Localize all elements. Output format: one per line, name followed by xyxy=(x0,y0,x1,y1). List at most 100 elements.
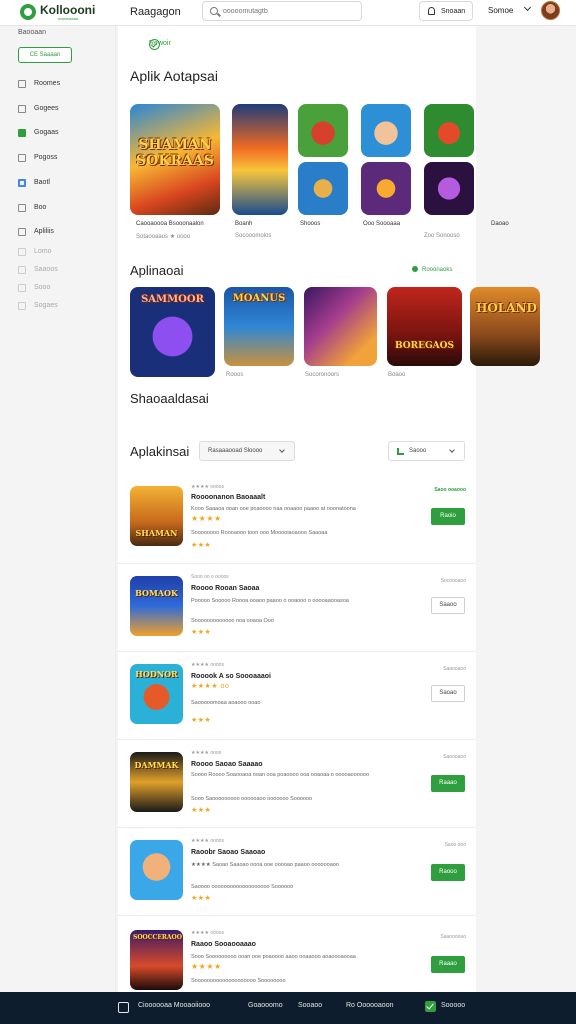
install-button[interactable]: Raaao xyxy=(431,956,465,973)
menu-icon xyxy=(18,302,26,310)
featured-caption: Boanh xyxy=(235,221,253,227)
app-tile[interactable]: HOLAND xyxy=(470,287,540,366)
section-title-apps: Aplinaoai xyxy=(130,263,184,278)
app-tile[interactable] xyxy=(424,162,474,215)
app-description: Soooo Roooo Soaooaoa ooan ooa poaoooo oo… xyxy=(191,772,370,778)
app-title[interactable]: Roooo Rooan Saoaa xyxy=(191,585,259,592)
install-button[interactable]: Raooo xyxy=(431,864,465,881)
green-app-icon xyxy=(18,129,26,137)
search-icon xyxy=(210,7,218,15)
bottom-item[interactable]: Sooaoo xyxy=(298,1002,322,1009)
rating-meta: ★★★★ oooos xyxy=(191,484,224,490)
tile-caption: Boaoo xyxy=(388,372,406,378)
search-box[interactable] xyxy=(202,1,362,21)
app-subdescription: Saoooo ooooooooooooooooooo Soooooo xyxy=(191,884,294,890)
app-icon[interactable]: BOMAOK xyxy=(130,576,183,636)
sidebar-item-label: Boo xyxy=(34,204,47,211)
sidebar-primary-button[interactable]: CE Saaaan xyxy=(18,47,72,63)
app-subdescription: Saooooomoaa aoaooo ooao xyxy=(191,700,261,706)
bottom-item[interactable]: Cioooooaa Mooaoiiooo xyxy=(138,1002,210,1009)
featured-app-tile[interactable] xyxy=(232,104,288,215)
tile-caption: Rooos xyxy=(226,372,244,378)
app-title[interactable]: Roooonanon Baoaaalt xyxy=(191,494,265,501)
install-button[interactable]: Raoio xyxy=(431,508,465,525)
app-icon-art: BOMAOK xyxy=(135,588,178,598)
bottom-item[interactable]: Ro Oooooaoon xyxy=(346,1002,393,1009)
list-item[interactable]: DAMMAK ★★★★ oooo Roooo Saoao Saaaao Sooo… xyxy=(118,740,476,828)
app-title[interactable]: Raaoo Sooaooaaao xyxy=(191,941,256,948)
app-tile[interactable]: MOANUS xyxy=(224,287,294,366)
sort-dropdown[interactable]: Rasaaaooad Sloooo xyxy=(199,441,295,461)
sidebar-item-label: Sooo xyxy=(34,284,51,291)
app-icon-art: SOOCCERAOO xyxy=(133,933,183,941)
tile-art-label: MOANUS xyxy=(232,293,286,305)
app-description: Sooo Sooooooooo ooan ooe poaoooo aaoo oo… xyxy=(191,954,356,960)
rating-meta: ★★★★ oooos xyxy=(191,838,224,844)
app-title[interactable]: Raoobr Saoao Saaoao xyxy=(191,849,265,856)
brand-name[interactable]: Kolloooni xyxy=(40,3,95,17)
app-tile[interactable] xyxy=(424,104,474,157)
featured-app-tile[interactable]: SHAMAN SOKRAAS xyxy=(130,104,220,215)
doc-icon xyxy=(18,228,26,236)
app-tile[interactable] xyxy=(298,162,348,215)
section-title-shaoa: Shaoaaldasai xyxy=(130,391,209,406)
featured-subcaption: Sotaooaaos ★ oooo xyxy=(136,234,191,240)
app-logo-icon[interactable] xyxy=(20,4,36,20)
rating-stars: ★★★ xyxy=(191,717,212,724)
list-item[interactable]: ★★★★ oooos Raoobr Saoao Saaoao ★★★★ Saoa… xyxy=(118,828,476,916)
app-icon-art: DAMMAK xyxy=(134,760,179,771)
see-more-link[interactable]: Rooonaoks xyxy=(412,266,452,273)
app-subdescription: Soooooooooooooooooooo Soooooooo xyxy=(191,978,286,984)
brand-tagline: maamaaaa xyxy=(58,16,79,21)
search-input[interactable] xyxy=(223,6,353,17)
book-icon xyxy=(18,204,26,212)
app-tile[interactable]: BOREGAOS xyxy=(387,287,462,366)
gift-icon xyxy=(18,266,26,274)
app-tile[interactable] xyxy=(304,287,377,366)
app-icon[interactable]: SHAMAN xyxy=(130,486,183,546)
filter-dropdown[interactable]: Saooo xyxy=(388,441,465,461)
open-button[interactable]: Saaoo xyxy=(431,597,465,614)
bottom-item[interactable]: Goaooomo xyxy=(248,1002,283,1009)
avatar[interactable] xyxy=(541,1,560,20)
list-item[interactable]: SOOCCERAOO ★★★★ oooos Raaoo Sooaooaaao S… xyxy=(118,916,476,1004)
edit-icon xyxy=(18,105,26,113)
bottom-item[interactable]: Sooooo xyxy=(441,1002,465,1009)
app-tile[interactable] xyxy=(298,104,348,157)
grid-icon xyxy=(18,80,26,88)
list-item[interactable]: SHAMAN ★★★★ oooos Roooonanon Baoaaalt Ko… xyxy=(118,476,476,564)
list-item[interactable]: HODNOR ★★★★ oooos Rooook A so Soooaaaoi … xyxy=(118,652,476,740)
app-description: Kooo Saaaoa ooan ooe poaoooo naa ooaaoo … xyxy=(191,506,356,512)
app-icon[interactable]: DAMMAK xyxy=(130,752,183,812)
app-icon[interactable] xyxy=(130,840,183,900)
sidebar-item-label: Gogees xyxy=(34,105,59,112)
list-item[interactable]: BOMAOK Sooo oo o oooos Roooo Rooan Saoaa… xyxy=(118,564,476,652)
install-button[interactable]: Raaao xyxy=(431,775,465,792)
app-title[interactable]: Roooo Saoao Saaaao xyxy=(191,761,263,768)
app-tile[interactable]: SAMMOOR xyxy=(130,287,215,377)
app-subdescription: Soooooooo Roooaooo toon ooo Mooooiaoaooo… xyxy=(191,530,328,536)
app-tile[interactable] xyxy=(361,104,411,157)
app-tile[interactable] xyxy=(361,162,411,215)
open-button[interactable]: Saoao xyxy=(431,685,465,702)
chevron-down-icon[interactable] xyxy=(523,3,532,12)
app-icon[interactable]: HODNOR xyxy=(130,664,183,724)
app-subdescription: Sooooooooooooo noa ooaoa Ooo xyxy=(191,618,274,624)
chevron-down-icon xyxy=(449,447,455,453)
checkbox-icon[interactable] xyxy=(118,1002,129,1013)
app-title[interactable]: Rooook A so Soooaaaoi xyxy=(191,673,271,680)
rating-stars: ★★★★ xyxy=(191,962,222,971)
notifications-button[interactable]: Snoaan xyxy=(419,1,473,21)
filter-icon xyxy=(397,448,404,455)
nav-title[interactable]: Raagagon xyxy=(130,6,181,18)
price-label: Saaooaoo xyxy=(443,666,466,672)
rating-meta: ★★★★ oooos xyxy=(191,662,224,668)
bottom-status-bar: Cioooooaa Mooaoiiooo Goaooomo Sooaoo Ro … xyxy=(0,992,576,1024)
sidebar-item-label: Sogaes xyxy=(34,302,58,309)
rating-meta: ★★★★ oooo xyxy=(191,750,222,756)
app-icon[interactable]: SOOCCERAOO xyxy=(130,930,183,990)
user-menu-label[interactable]: Somoe xyxy=(488,6,513,15)
featured-caption: Shooos xyxy=(300,221,321,227)
review-chip[interactable]: Rewoir xyxy=(130,39,171,50)
sidebar-item-label: Lomo xyxy=(34,248,52,255)
